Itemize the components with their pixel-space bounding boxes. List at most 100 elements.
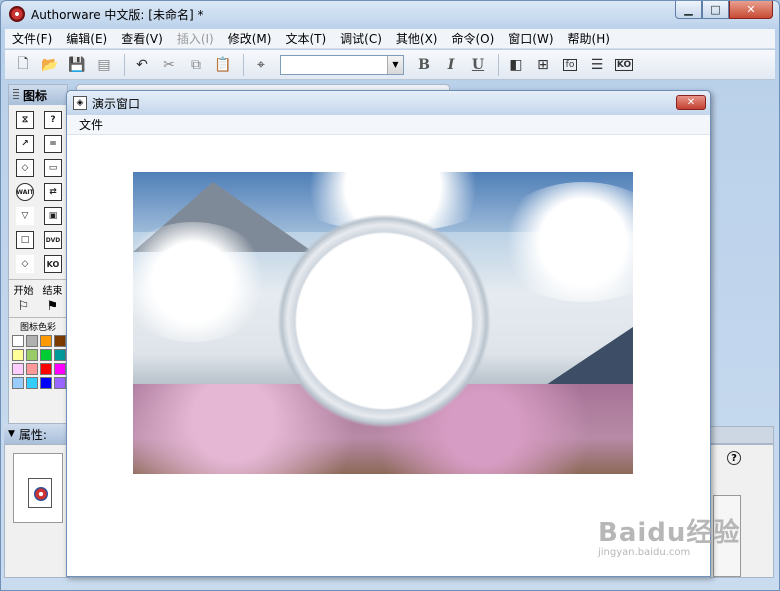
interaction-icon[interactable]: ?	[39, 108, 67, 132]
control-panel-icon[interactable]: ⊞	[531, 53, 555, 77]
color-swatch[interactable]	[54, 377, 66, 389]
open-folder-icon[interactable]: 📂	[38, 53, 62, 77]
window-title: Authorware 中文版: [未命名] *	[31, 7, 204, 22]
color-swatch[interactable]	[40, 335, 52, 347]
menu-help[interactable]: 帮助(H)	[561, 29, 617, 49]
color-swatch[interactable]	[40, 363, 52, 375]
color-swatch[interactable]	[40, 377, 52, 389]
dark-mountain	[543, 327, 633, 387]
bold-button[interactable]: B	[412, 53, 436, 77]
collapse-triangle-icon[interactable]: ▼	[8, 429, 15, 439]
icon-color-label: 图标色彩	[9, 317, 67, 333]
presentation-window-icon: ◈	[73, 96, 87, 110]
file-preview	[13, 453, 63, 523]
framework-icon[interactable]: ⇄	[39, 180, 67, 204]
watermark-url: jingyan.baidu.com	[598, 547, 691, 558]
menu-modify[interactable]: 修改(M)	[221, 29, 279, 49]
toolbar-divider	[498, 53, 499, 76]
color-swatch[interactable]	[12, 377, 24, 389]
color-swatch[interactable]	[54, 363, 66, 375]
ko-label: KO	[614, 58, 634, 71]
end-flag-icon[interactable]: ⚑	[47, 299, 59, 317]
ko-icon[interactable]: KO	[39, 252, 67, 276]
import-icon[interactable]: ▤	[92, 53, 116, 77]
circular-transition-mask	[239, 176, 529, 466]
landscape-image	[133, 172, 633, 474]
copy-icon[interactable]: ⧉	[184, 53, 208, 77]
presentation-window: ◈ 演示窗口 ✕ 文件	[66, 90, 711, 577]
end-flag-label: 结束	[42, 286, 63, 297]
dvd-icon[interactable]: DVD	[39, 228, 67, 252]
grip-icon[interactable]	[13, 89, 19, 101]
minimize-button[interactable]: ▁	[675, 1, 702, 19]
underline-button[interactable]: U	[466, 53, 490, 77]
erase-icon[interactable]: ◇	[11, 156, 39, 180]
watermark-text: Baidu经验	[598, 518, 741, 548]
functions-label: fo	[562, 58, 578, 71]
start-flag-icon[interactable]: ⚐	[18, 299, 30, 317]
color-swatches	[9, 333, 67, 391]
title-bar: Authorware 中文版: [未命名] * ▁ □ ✕	[1, 1, 779, 27]
menu-command[interactable]: 命令(O)	[444, 29, 501, 49]
toolbar-divider	[124, 53, 125, 76]
maximize-button[interactable]: □	[702, 1, 729, 19]
menu-insert[interactable]: 插入(I)	[170, 29, 221, 49]
knowledge-objects-button[interactable]: KO	[612, 53, 636, 77]
calculation-icon[interactable]: =	[39, 132, 67, 156]
cut-icon[interactable]: ✂	[157, 53, 181, 77]
menu-text[interactable]: 文本(T)	[278, 29, 333, 49]
variables-icon[interactable]: ☰	[585, 53, 609, 77]
menu-debug[interactable]: 调试(C)	[333, 29, 389, 49]
presentation-menu-file[interactable]: 文件	[67, 116, 115, 133]
undo-icon[interactable]: ↶	[130, 53, 154, 77]
decision-icon[interactable]: ▽	[11, 204, 39, 228]
sound-icon[interactable]: ◇	[11, 252, 39, 276]
run-icon[interactable]: ◧	[504, 53, 528, 77]
authorware-file-icon	[28, 478, 52, 508]
menu-window[interactable]: 窗口(W)	[501, 29, 560, 49]
navigate-icon[interactable]: ▭	[39, 156, 67, 180]
color-swatch[interactable]	[26, 377, 38, 389]
menu-other[interactable]: 其他(X)	[389, 29, 445, 49]
color-swatch[interactable]	[40, 349, 52, 361]
paste-icon[interactable]: 📋	[211, 53, 235, 77]
toolbar-divider	[243, 53, 244, 76]
start-end-labels: 开始 结束	[9, 279, 67, 299]
presentation-menu-bar: 文件	[67, 115, 710, 135]
help-icon[interactable]: ?	[727, 451, 741, 465]
color-swatch[interactable]	[54, 349, 66, 361]
icon-palette: 图标 ⧖ ? ↗ = ◇ ▭ WAIT ⇄ ▽ ▣ □ DVD ◇ KO 开始 …	[8, 84, 68, 424]
menu-file[interactable]: 文件(F)	[5, 29, 59, 49]
menu-view[interactable]: 查看(V)	[114, 29, 170, 49]
display-icon[interactable]: ⧖	[11, 108, 39, 132]
color-swatch[interactable]	[12, 363, 24, 375]
icon-palette-title: 图标	[23, 88, 48, 103]
authorware-logo-icon	[9, 6, 25, 22]
save-all-icon[interactable]: 💾	[65, 53, 89, 77]
wait-icon[interactable]: WAIT	[11, 180, 39, 204]
properties-header: ▼ 属性:	[4, 424, 70, 444]
font-select[interactable]: ▼	[280, 54, 404, 75]
color-swatch[interactable]	[54, 335, 66, 347]
chevron-down-icon[interactable]: ▼	[387, 55, 403, 74]
color-swatch[interactable]	[26, 349, 38, 361]
color-swatch[interactable]	[12, 349, 24, 361]
presentation-close-button[interactable]: ✕	[676, 95, 706, 110]
new-file-icon[interactable]: 🗋	[11, 53, 35, 77]
color-swatch[interactable]	[12, 335, 24, 347]
movie-icon[interactable]: ▣	[39, 204, 67, 228]
color-swatch[interactable]	[26, 335, 38, 347]
start-flag-label: 开始	[13, 286, 34, 297]
presentation-title: 演示窗口	[92, 96, 141, 111]
menu-edit[interactable]: 编辑(E)	[59, 29, 114, 49]
toolbar: 🗋 📂 💾 ▤ ↶ ✂ ⧉ 📋 ⌖ ▼ B I U ◧ ⊞ fo ☰ KO	[5, 50, 775, 80]
map-icon[interactable]: □	[11, 228, 39, 252]
functions-button[interactable]: fo	[558, 53, 582, 77]
find-icon[interactable]: ⌖	[249, 53, 273, 77]
close-button[interactable]: ✕	[729, 1, 773, 19]
italic-button[interactable]: I	[439, 53, 463, 77]
icon-palette-header: 图标	[9, 85, 67, 105]
presentation-title-bar: ◈ 演示窗口 ✕	[67, 91, 710, 115]
color-swatch[interactable]	[26, 363, 38, 375]
motion-icon[interactable]: ↗	[11, 132, 39, 156]
